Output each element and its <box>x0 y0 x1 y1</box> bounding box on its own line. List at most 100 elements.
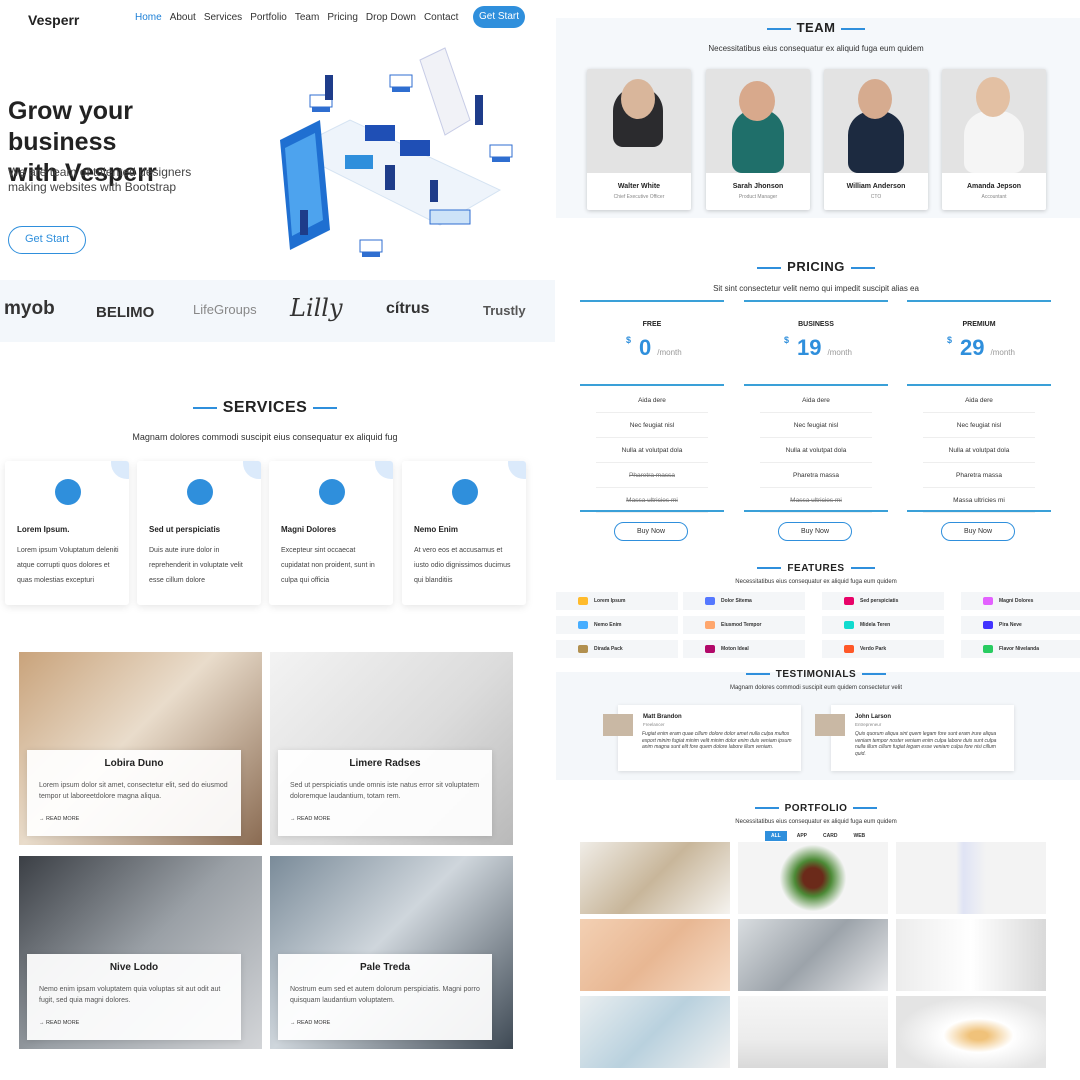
portfolio-subtitle: Necessitatibus eius consequatur ex aliqu… <box>735 819 897 825</box>
page-collage: { "nav": { "logo": "Vesperr", "links": [… <box>0 0 1080 1080</box>
nav-link-about[interactable]: About <box>170 12 196 23</box>
plan-features: Aida dere Nec feugiat nisl Nulla at volu… <box>923 388 1035 513</box>
hero-isometric-illustration <box>280 47 513 257</box>
paint-brush-icon <box>983 597 993 605</box>
feature-item[interactable]: Pira Neve <box>961 616 1080 634</box>
client-logo-myob: myob <box>4 298 55 319</box>
feature-item[interactable]: Magni Dolores <box>961 592 1080 610</box>
filter-web[interactable]: WEB <box>847 831 871 841</box>
client-logo-belimo: BELIMO <box>96 304 155 321</box>
shopping-bag-icon <box>844 645 854 653</box>
portfolio-item-3[interactable] <box>896 842 1046 914</box>
nav-link-portfolio[interactable]: Portfolio <box>250 12 287 23</box>
filter-app[interactable]: APP <box>791 831 813 841</box>
pricing-card-premium: PREMIUM $29/month Aida dere Nec feugiat … <box>907 300 1051 549</box>
price-value: $19/month <box>784 335 852 360</box>
site-logo[interactable]: Vesperr <box>28 12 79 28</box>
nav-link-dropdown[interactable]: Drop Down <box>366 12 416 23</box>
nav-link-contact[interactable]: Contact <box>424 12 458 23</box>
services-subtitle: Magnam dolores commodi suscipit eius con… <box>132 432 398 442</box>
plan-features: Aida dere Nec feugiat nisl Nulla at volu… <box>760 388 872 513</box>
portfolio-title: PORTFOLIO <box>556 803 1076 814</box>
service-card-4[interactable]: Nemo Enim At vero eos et accusamus et iu… <box>402 461 526 605</box>
feature-item[interactable]: Eiusmod Tempor <box>683 616 805 634</box>
nav-get-start-button[interactable]: Get Start <box>473 6 525 28</box>
services-title: SERVICES <box>0 399 530 417</box>
anchor-icon <box>578 645 588 653</box>
wifi-icon <box>983 645 993 653</box>
portfolio-item-5[interactable] <box>738 919 888 991</box>
archive-icon <box>578 597 588 605</box>
filter-card[interactable]: CARD <box>817 831 843 841</box>
team-photo <box>942 69 1046 173</box>
blog-card-1[interactable]: Lobira Duno Lorem ipsum dolor sit amet, … <box>19 652 262 845</box>
features-subtitle: Necessitatibus eius consequatur ex aliqu… <box>735 579 897 585</box>
blog-card-3[interactable]: Nive Lodo Nemo enim ipsam voluptatem qui… <box>19 856 262 1049</box>
feature-item[interactable]: Moton Ideal <box>683 640 805 658</box>
nav-link-services[interactable]: Services <box>204 12 242 23</box>
speedometer-icon <box>319 479 345 505</box>
feature-item[interactable]: Verdo Park <box>822 640 944 658</box>
feature-item[interactable]: Midela Teren <box>822 616 944 634</box>
feature-item[interactable]: Nemo Enim <box>556 616 678 634</box>
team-member-card-4[interactable]: Amanda Jepson Accountant <box>942 69 1046 210</box>
read-more-link[interactable]: → READ MORE <box>290 816 330 822</box>
price-value: $29/month <box>947 335 1015 360</box>
portfolio-item-8[interactable] <box>738 996 888 1068</box>
blog-card-2[interactable]: Limere Radses Sed ut perspiciatis unde o… <box>270 652 513 845</box>
portfolio-item-1[interactable] <box>580 842 730 914</box>
team-member-card-3[interactable]: William Anderson CTO <box>824 69 928 210</box>
calendar-icon <box>844 597 854 605</box>
nav-links: Home About Services Portfolio Team Prici… <box>135 12 458 23</box>
buy-now-button[interactable]: Buy Now <box>941 522 1015 541</box>
file-icon <box>187 479 213 505</box>
team-member-card-1[interactable]: Walter White Chief Executive Officer <box>587 69 691 210</box>
navbar: Vesperr Home About Services Portfolio Te… <box>0 0 555 40</box>
team-photo <box>587 69 691 173</box>
blog-card-4[interactable]: Pale Treda Nostrum eum sed et autem dolo… <box>270 856 513 1049</box>
plan-features: Aida dere Nec feugiat nisl Nulla at volu… <box>596 388 708 513</box>
portfolio-item-6[interactable] <box>896 919 1046 991</box>
team-photo <box>824 69 928 173</box>
service-card-3[interactable]: Magni Dolores Excepteur sint occaecat cu… <box>269 461 393 605</box>
nav-link-team[interactable]: Team <box>295 12 319 23</box>
client-logo-lilly: Lilly <box>290 294 343 322</box>
database-icon <box>578 621 588 629</box>
service-card-1[interactable]: Lorem Ipsum. Lorem ipsum Voluptatum dele… <box>5 461 129 605</box>
avatar <box>603 714 633 736</box>
bar-chart-icon <box>705 597 715 605</box>
globe-icon <box>452 479 478 505</box>
portfolio-item-2[interactable] <box>738 842 888 914</box>
portfolio-item-9[interactable] <box>896 996 1046 1068</box>
read-more-link[interactable]: → READ MORE <box>290 1020 330 1026</box>
avatar <box>815 714 845 736</box>
nav-link-pricing[interactable]: Pricing <box>327 12 358 23</box>
feature-item[interactable]: Flavor Nivelanda <box>961 640 1080 658</box>
price-value: $0/month <box>626 335 682 360</box>
read-more-link[interactable]: → READ MORE <box>39 816 79 822</box>
disc-icon <box>705 645 715 653</box>
tag-icon <box>983 621 993 629</box>
client-logo-trustly: Trustly <box>483 303 526 318</box>
feature-item[interactable]: Dolor Sitema <box>683 592 805 610</box>
feature-item[interactable]: Lorem Ipsum <box>556 592 678 610</box>
portfolio-item-4[interactable] <box>580 919 730 991</box>
pricing-subtitle: Sit sint consectetur velit nemo qui impe… <box>713 284 919 293</box>
pricing-card-business: BUSINESS $19/month Aida dere Nec feugiat… <box>744 300 888 549</box>
hero-get-start-button[interactable]: Get Start <box>8 226 86 254</box>
nav-link-home[interactable]: Home <box>135 12 162 23</box>
team-member-card-2[interactable]: Sarah Jhonson Product Manager <box>706 69 810 210</box>
buy-now-button[interactable]: Buy Now <box>614 522 688 541</box>
portfolio-item-7[interactable] <box>580 996 730 1068</box>
service-card-2[interactable]: Sed ut perspiciatis Duis aute irure dolo… <box>137 461 261 605</box>
portfolio-filters: ALL APP CARD WEB <box>765 831 871 841</box>
hero-subtitle: We are team of talented designers making… <box>8 165 192 194</box>
gradient-icon <box>705 621 715 629</box>
buy-now-button[interactable]: Buy Now <box>778 522 852 541</box>
filter-all[interactable]: ALL <box>765 831 787 841</box>
feature-item[interactable]: Dirada Pack <box>556 640 678 658</box>
read-more-link[interactable]: → READ MORE <box>39 1020 79 1026</box>
feature-item[interactable]: Sed perspiciatis <box>822 592 944 610</box>
pricing-title: PRICING <box>556 259 1076 274</box>
testimonials-subtitle: Magnam dolores commodi suscipit eum quid… <box>729 685 903 691</box>
